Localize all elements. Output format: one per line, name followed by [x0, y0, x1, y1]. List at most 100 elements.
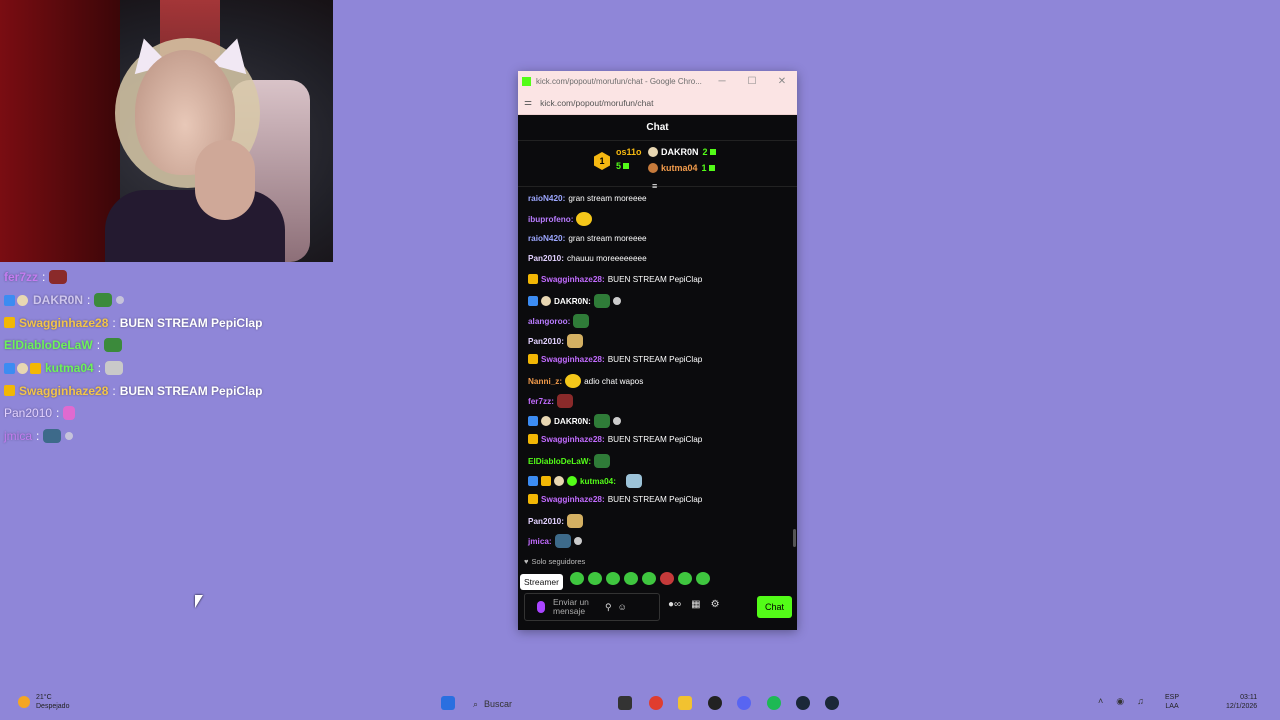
emote-icon[interactable] [696, 572, 710, 585]
mic-tray-icon[interactable]: ♫ [1137, 696, 1144, 707]
emote-icon[interactable] [606, 572, 620, 585]
message-username[interactable]: kutma04: [580, 477, 616, 486]
close-icon[interactable]: ✕ [767, 76, 797, 87]
crown-badge-icon [30, 362, 41, 374]
followers-only-notice: ♥ Solo seguidores [524, 557, 585, 566]
message-username[interactable]: Swagginhaze28: [541, 435, 605, 444]
crown-badge-icon [4, 317, 15, 329]
emoji-icon[interactable]: ☺ [618, 602, 627, 612]
overlay-separator: : [56, 406, 60, 421]
emote-icon[interactable] [678, 572, 692, 585]
message-username[interactable]: Pan2010: [528, 254, 564, 263]
message-username[interactable]: DAKR0N: [554, 297, 591, 306]
overlay-username: jmica [4, 429, 33, 444]
chat-message: Swagginhaze28: BUEN STREAM PepiClap [528, 434, 702, 444]
site-settings-icon[interactable]: ⚌ [524, 97, 532, 108]
clock-time: 03:11 [1240, 694, 1258, 701]
steam-icon[interactable] [796, 696, 810, 710]
overlay-chat-row: DAKR0N : [4, 289, 334, 312]
settings-gear-icon[interactable]: ⚙ [711, 599, 720, 610]
network-icon[interactable]: ◉ [1116, 696, 1124, 707]
gift-count: 5 [616, 161, 622, 171]
weather-widget[interactable]: 21°C Despejado [18, 693, 69, 711]
pepe-emote-icon [593, 294, 610, 308]
emote-icon[interactable] [642, 572, 656, 585]
message-username[interactable]: ElDiabloDeLaW: [528, 457, 591, 466]
obs-icon[interactable] [708, 696, 722, 710]
discord-icon[interactable] [737, 696, 751, 710]
leaderboard-first[interactable]: os11o [616, 147, 642, 157]
steam-alt-icon[interactable] [825, 696, 839, 710]
leaderboard-second[interactable]: DAKR0N 2 [648, 147, 716, 157]
chat-message-list: raioN420: gran stream moreeee ibuprofeno:… [518, 184, 797, 554]
chat-message: Swagginhaze28: BUEN STREAM PepiClap [528, 274, 702, 284]
message-username[interactable]: Swagginhaze28: [541, 495, 605, 504]
crown-badge-icon [528, 494, 538, 504]
message-username[interactable]: raioN420: [528, 234, 565, 243]
spotify-icon[interactable] [767, 696, 781, 710]
users-icon[interactable]: ●∞ [668, 599, 681, 610]
message-username[interactable]: Nanni_z: [528, 377, 562, 386]
message-username[interactable]: raioN420: [528, 194, 565, 203]
overlay-separator: : [97, 361, 102, 376]
send-chat-button[interactable]: Chat [757, 596, 792, 618]
message-text: BUEN STREAM PepiClap [607, 494, 703, 504]
message-username[interactable]: alangoroo: [528, 317, 570, 326]
overlay-chat-row: Swagginhaze28 : BUEN STREAM PepiClap [4, 311, 334, 334]
message-text: BUEN STREAM PepiClap [607, 274, 703, 284]
taskbar-clock[interactable]: 03:11 12/1/2026 [1226, 693, 1257, 711]
message-username[interactable]: DAKR0N: [554, 417, 591, 426]
maximize-icon[interactable]: ☐ [737, 76, 767, 87]
leaderboard-third[interactable]: kutma04 1 [648, 163, 715, 173]
store-icon[interactable]: ▦ [691, 599, 700, 610]
minimize-icon[interactable]: ─ [707, 76, 737, 87]
chevron-up-icon[interactable]: ˄ [1098, 696, 1103, 707]
pin-icon[interactable]: ⚲ [605, 602, 612, 613]
chat-message: kutma04: [528, 474, 642, 488]
emote-icon[interactable] [660, 572, 674, 585]
chat-scrollbar[interactable] [793, 529, 796, 547]
pepe-emote-icon [554, 534, 571, 548]
crown-badge-icon [4, 385, 15, 397]
emote-icon[interactable] [624, 572, 638, 585]
windows-start-icon[interactable] [441, 696, 455, 710]
chat-message-input[interactable]: Enviar un mensaje ⚲ ☺ [524, 593, 660, 621]
crown-badge-icon [528, 274, 538, 284]
circle-badge-icon [17, 294, 28, 306]
message-username[interactable]: Swagginhaze28: [541, 275, 605, 284]
message-username[interactable]: fer7zz: [528, 397, 554, 406]
message-username[interactable]: Pan2010: [528, 517, 564, 526]
chat-message: raioN420: gran stream moreeee [528, 194, 647, 203]
pepe-emote-icon [43, 429, 62, 444]
pepe-emote-icon [593, 414, 610, 428]
emote-icon[interactable] [588, 572, 602, 585]
clap-emote-icon [116, 296, 125, 305]
search-label: Buscar [484, 699, 513, 709]
overlay-username: fer7zz [4, 270, 39, 285]
overlay-separator: : [112, 315, 116, 330]
message-username[interactable]: Swagginhaze28: [541, 355, 605, 364]
emote-icon[interactable] [570, 572, 584, 585]
language-indicator[interactable]: ESP LAA [1165, 693, 1179, 711]
file-explorer-icon[interactable] [678, 696, 692, 710]
verified-badge-icon [528, 296, 538, 306]
chrome-icon[interactable] [649, 696, 663, 710]
overlay-separator: : [112, 383, 116, 398]
address-bar[interactable]: ⚌ kick.com/popout/morufun/chat [518, 91, 797, 115]
gift-count: 2 [702, 147, 708, 157]
task-view-icon[interactable] [618, 696, 632, 710]
mouse-cursor-icon [195, 595, 203, 608]
message-username[interactable]: Pan2010: [528, 337, 564, 346]
streamer-tooltip: Streamer [520, 574, 563, 590]
weather-text: 21°C Despejado [36, 693, 69, 711]
overlay-chat-row: ElDiabloDeLaW : [4, 334, 334, 357]
microphone-icon[interactable] [537, 601, 545, 613]
taskbar-search[interactable]: ⌕ Buscar [465, 693, 613, 715]
emote-icon [565, 374, 582, 388]
overlay-message-text: BUEN STREAM PepiClap [119, 383, 263, 398]
overlay-username: kutma04 [45, 361, 94, 376]
window-titlebar[interactable]: kick.com/popout/morufun/chat - Google Ch… [518, 71, 797, 91]
message-username[interactable]: jmica: [528, 537, 552, 546]
overlay-username: DAKR0N [33, 293, 84, 308]
message-username[interactable]: ibuprofeno: [528, 215, 573, 224]
